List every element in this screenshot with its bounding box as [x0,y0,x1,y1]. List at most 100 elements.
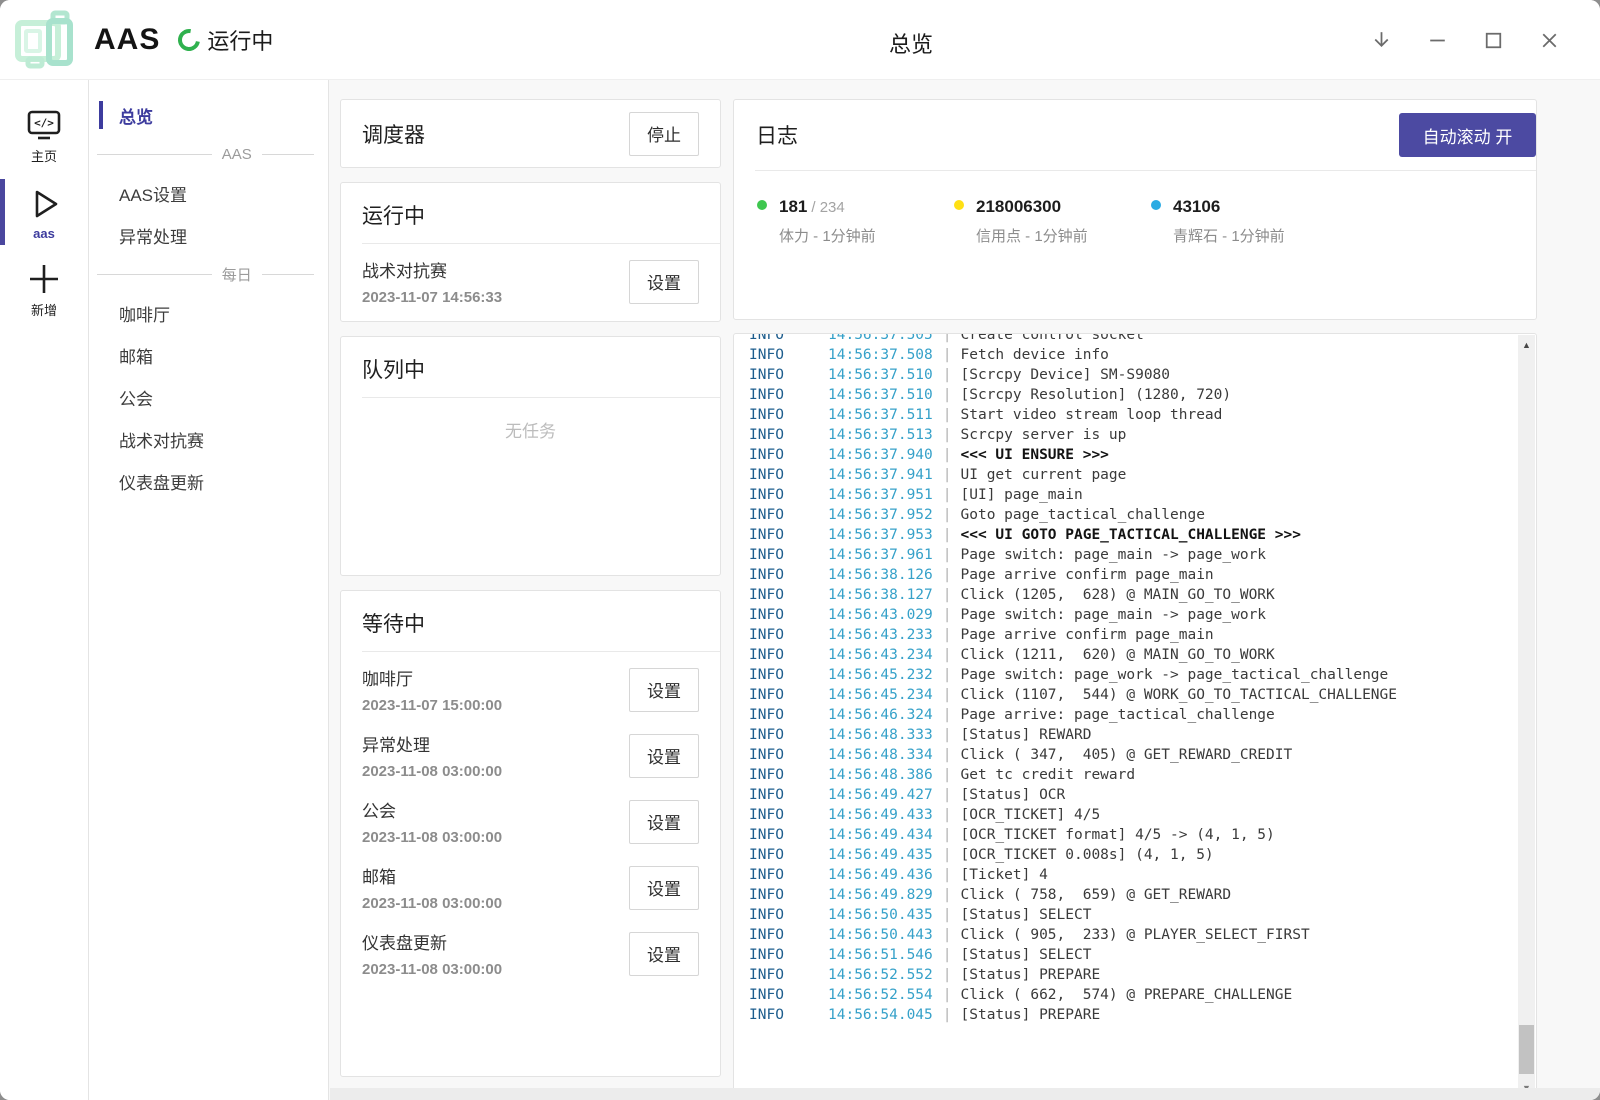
rail-item-home[interactable]: </> 主页 [0,100,88,172]
waiting-settings-button[interactable]: 设置 [629,668,699,712]
sidebar-item-aas-settings[interactable]: AAS设置 [89,172,328,214]
log-timestamp: 14:56:37.510 [828,387,933,403]
window-hide-icon[interactable] [1369,28,1394,53]
log-line: INFO14:56:50.443|Click ( 905, 233) @ PLA… [749,925,1518,945]
log-timestamp: 14:56:43.029 [828,607,933,623]
log-timestamp: 14:56:37.513 [828,427,933,443]
log-message: Click ( 662, 574) @ PREPARE_CHALLENGE [961,987,1293,1003]
log-message: Click ( 347, 405) @ GET_REWARD_CREDIT [961,747,1293,763]
sidebar-item-dashboard-update[interactable]: 仪表盘更新 [89,460,328,502]
log-timestamp: 14:56:49.829 [828,887,933,903]
log-message: [Status] OCR [961,787,1066,803]
log-timestamp: 14:56:49.436 [828,867,933,883]
waiting-settings-button[interactable]: 设置 [629,800,699,844]
waiting-task-info: 咖啡厅 2023-11-07 15:00:00 [362,665,629,714]
waiting-title: 等待中 [362,608,699,638]
waiting-panel-header: 等待中 [341,591,720,651]
rail-item-aas[interactable]: aas [0,177,88,249]
log-timestamp: 14:56:48.333 [828,727,933,743]
code-monitor-icon: </> [25,108,63,142]
rail-item-add[interactable]: 新增 [0,254,88,326]
log-level: INFO [749,945,828,965]
log-line: INFO14:56:49.433|[OCR_TICKET] 4/5 [749,805,1518,825]
scrollbar-thumb[interactable] [1519,1025,1534,1074]
plus-icon [25,262,63,296]
scrollbar-up-icon[interactable]: ▲ [1518,340,1535,350]
nav-rail: </> 主页 aas 新增 [0,80,89,1100]
sidebar-item-exception-handling[interactable]: 异常处理 [89,214,328,256]
log-level: INFO [749,925,828,945]
log-timestamp: 14:56:45.234 [828,687,933,703]
rail-label-home: 主页 [31,146,57,165]
svg-text:</>: </> [34,116,54,129]
sidebar-item-tactical-challenge[interactable]: 战术对抗赛 [89,418,328,460]
waiting-task-row: 仪表盘更新 2023-11-08 03:00:00 设置 [341,920,720,986]
log-line: INFO14:56:52.554|Click ( 662, 574) @ PRE… [749,985,1518,1005]
log-level: INFO [749,525,828,545]
log-scrollbar[interactable]: ▲ ▼ [1518,335,1535,1098]
log-message: Click (1205, 628) @ MAIN_GO_TO_WORK [961,587,1275,603]
stat-caption: 信用点 - 1分钟前 [954,225,1151,246]
resource-stats: 181 / 234 体力 - 1分钟前 218006300 信用点 - 1分钟前 [734,171,1536,246]
log-timestamp: 14:56:37.940 [828,447,933,463]
log-level: INFO [749,865,828,885]
log-level: INFO [749,645,828,665]
log-timestamp: 14:56:51.546 [828,947,933,963]
log-timestamp: 14:56:37.508 [828,347,933,363]
scrollbar-down-icon[interactable]: ▼ [1518,1083,1535,1093]
log-separator: | [933,947,961,963]
stat-caption: 青辉石 - 1分钟前 [1151,225,1348,246]
window-maximize-icon[interactable] [1481,28,1506,53]
log-separator: | [933,767,961,783]
log-level: INFO [749,565,828,585]
log-message: [Status] PREPARE [961,1007,1101,1023]
log-level: INFO [749,345,828,365]
yellow-dot-icon [954,200,964,210]
rail-label-aas: aas [33,226,55,241]
waiting-task-info: 邮箱 2023-11-08 03:00:00 [362,863,629,912]
running-settings-button[interactable]: 设置 [629,260,699,304]
app-name: AAS [94,23,160,57]
log-message: Page switch: page_work -> page_tactical_… [961,667,1389,683]
log-level: INFO [749,1005,828,1025]
log-line: INFO14:56:45.232|Page switch: page_work … [749,665,1518,685]
log-level: INFO [749,545,828,565]
log-separator: | [933,887,961,903]
log-message: [Status] SELECT [961,907,1092,923]
sidebar-item-cafe[interactable]: 咖啡厅 [89,292,328,334]
main-content: 调度器 停止 运行中 战术对抗赛 2023-11-07 14:56:33 设置 [329,80,1600,1100]
log-line: INFO14:56:43.233|Page arrive confirm pag… [749,625,1518,645]
log-title: 日志 [756,120,798,150]
log-line: INFO14:56:48.333|[Status] REWARD [749,725,1518,745]
waiting-settings-button[interactable]: 设置 [629,734,699,778]
log-separator: | [933,1007,961,1023]
window-minimize-icon[interactable] [1425,28,1450,53]
sidebar-item-overview[interactable]: 总览 [89,94,328,136]
log-timestamp: 14:56:37.510 [828,367,933,383]
stop-button[interactable]: 停止 [629,112,699,156]
waiting-panel: 等待中 咖啡厅 2023-11-07 15:00:00 设置 [340,590,721,1077]
waiting-task-row: 异常处理 2023-11-08 03:00:00 设置 [341,722,720,788]
log-line: INFO14:56:38.126|Page arrive confirm pag… [749,565,1518,585]
log-output[interactable]: INFO14:56:37.505|Create control socket I… [734,333,1518,1099]
waiting-settings-button[interactable]: 设置 [629,866,699,910]
waiting-task-name: 邮箱 [362,863,629,888]
sidebar-item-mail[interactable]: 邮箱 [89,334,328,376]
log-line: INFO14:56:37.508|Fetch device info [749,345,1518,365]
log-line: INFO14:56:37.513|Scrcpy server is up [749,425,1518,445]
waiting-settings-button[interactable]: 设置 [629,932,699,976]
log-separator: | [933,867,961,883]
log-separator: | [933,567,961,583]
log-message: Click (1211, 620) @ MAIN_GO_TO_WORK [961,647,1275,663]
right-column: 日志 自动滚动 开 181 / 234 体力 - 1分钟前 [733,99,1537,1100]
log-separator: | [933,807,961,823]
log-line: INFO14:56:37.961|Page switch: page_main … [749,545,1518,565]
log-timestamp: 14:56:49.433 [828,807,933,823]
window-close-icon[interactable] [1537,28,1562,53]
log-separator: | [933,847,961,863]
app-window: AAS 运行中 总览 </> [0,0,1600,1100]
autoscroll-toggle-button[interactable]: 自动滚动 开 [1399,113,1536,157]
log-level: INFO [749,965,828,985]
sidebar-item-guild[interactable]: 公会 [89,376,328,418]
log-level: INFO [749,685,828,705]
